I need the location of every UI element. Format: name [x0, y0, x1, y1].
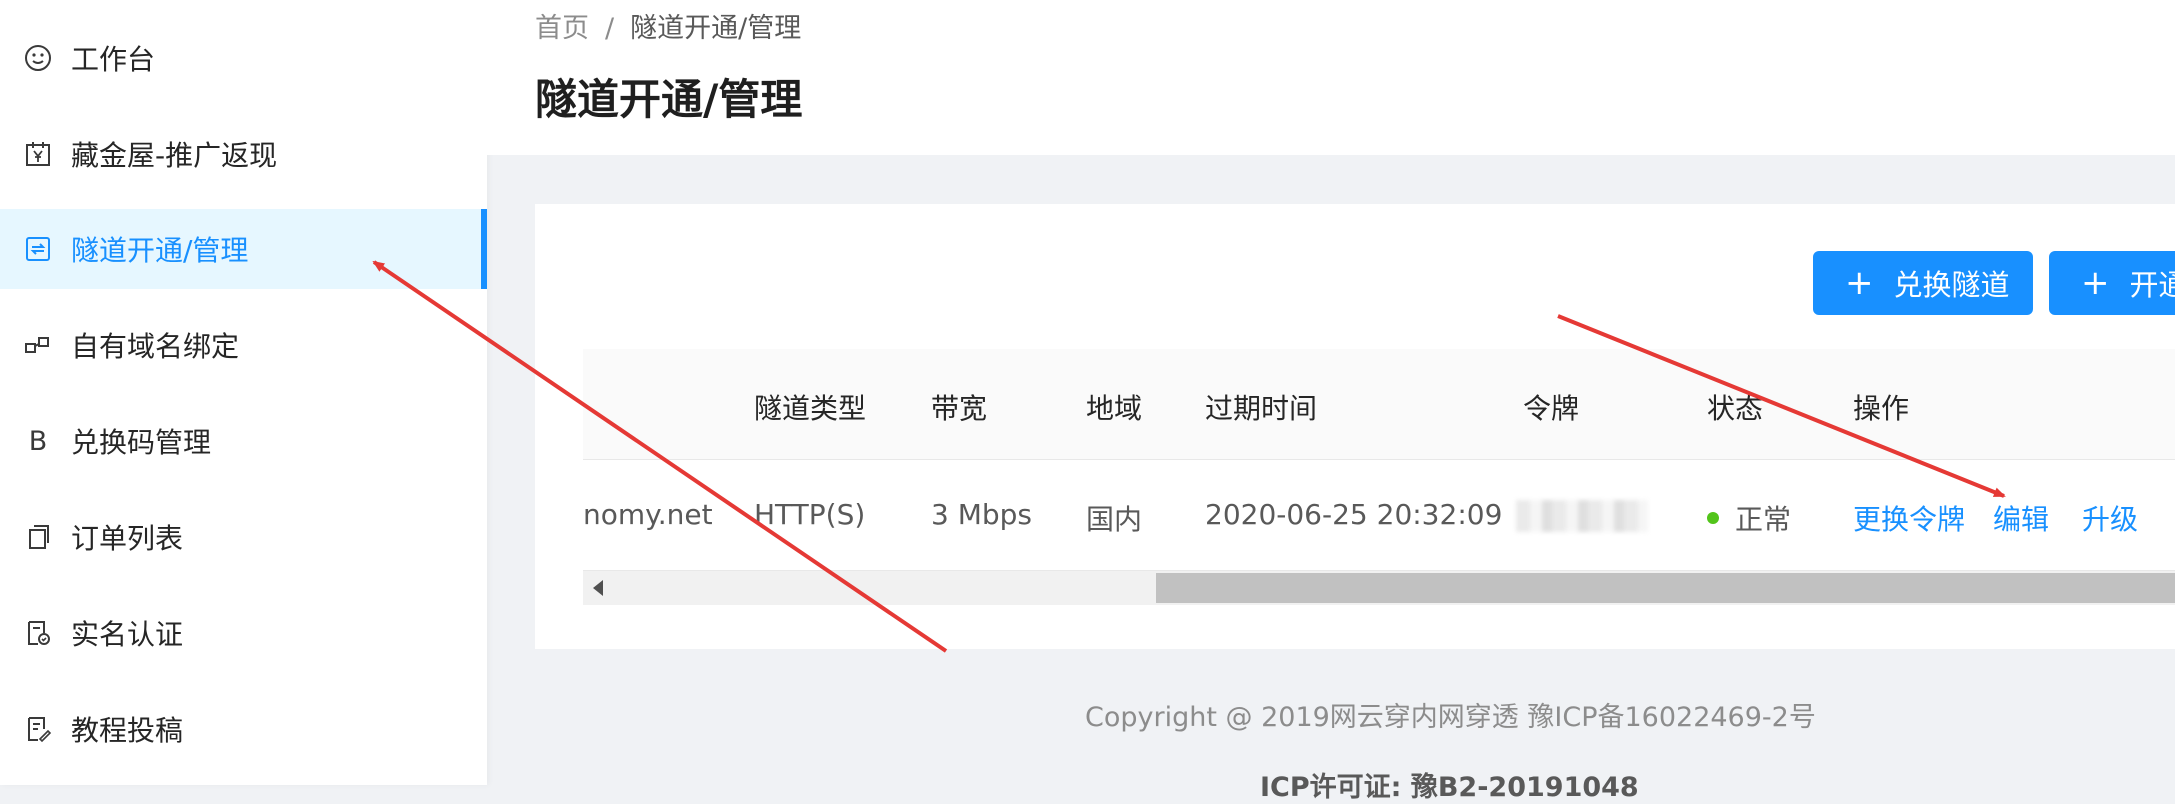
page-header: 首页 / 隧道开通/管理 隧道开通/管理: [487, 0, 2175, 155]
status-cell: 正常: [1707, 498, 1791, 538]
calendar-yen-icon: [24, 140, 52, 168]
sidebar-item-label: 工作台: [71, 38, 155, 78]
sidebar-item-label: 订单列表: [71, 517, 183, 557]
breadcrumb: 首页 / 隧道开通/管理: [535, 6, 801, 45]
sidebar-item-workbench[interactable]: 工作台: [0, 18, 487, 98]
sidebar-item-label: 隧道开通/管理: [71, 229, 248, 269]
plus-icon: +: [1845, 266, 1874, 300]
expire-cell: 2020-06-25 20:32:09: [1205, 498, 1502, 531]
smile-icon: [24, 44, 52, 72]
redeem-tunnel-label: 兑换隧道: [1894, 262, 2010, 304]
column-header: 带宽: [931, 387, 987, 427]
sidebar-item-domain[interactable]: 自有域名绑定: [0, 305, 487, 385]
sidebar-item-verification[interactable]: 实名认证: [0, 593, 487, 673]
sidebar-item-label: 兑换码管理: [71, 421, 211, 461]
table-row: nomy.net HTTP(S) 3 Mbps 国内 2020-06-25 20…: [583, 460, 2175, 571]
column-header: 过期时间: [1205, 387, 1317, 427]
open-tunnel-label: 开通: [2130, 262, 2175, 304]
column-header: 地域: [1086, 387, 1142, 427]
scrollbar-thumb[interactable]: [1156, 573, 2175, 603]
sidebar: 工作台 藏金屋-推广返现 隧道开通/管理 自有域名绑定 B 兑换码管理 订单列表…: [0, 0, 487, 785]
copy-doc-icon: [24, 523, 52, 551]
sidebar-item-label: 自有域名绑定: [71, 325, 239, 365]
status-text: 正常: [1735, 503, 1791, 536]
sidebar-item-orders[interactable]: 订单列表: [0, 497, 487, 577]
sidebar-item-label: 教程投稿: [71, 709, 183, 749]
letter-b-icon: B: [24, 427, 52, 455]
edit-link[interactable]: 编辑: [1993, 498, 2049, 538]
sidebar-item-referral[interactable]: 藏金屋-推广返现: [0, 114, 487, 194]
change-token-link[interactable]: 更换令牌: [1853, 498, 1965, 538]
horizontal-scrollbar[interactable]: [583, 571, 2175, 605]
sync-box-icon: [24, 235, 52, 263]
region-cell: 国内: [1086, 498, 1142, 538]
sidebar-item-label: 实名认证: [71, 613, 183, 653]
column-header: 操作: [1853, 387, 1909, 427]
open-tunnel-button[interactable]: + 开通: [2049, 251, 2175, 315]
doc-check-icon: [24, 619, 52, 647]
token-cell-redacted: [1516, 500, 1648, 532]
doc-edit-icon: [24, 715, 52, 743]
plus-icon: +: [2081, 266, 2110, 300]
breadcrumb-home[interactable]: 首页: [535, 13, 589, 44]
domain-link-icon: [24, 331, 52, 359]
domain-cell: nomy.net: [583, 498, 713, 531]
bandwidth-cell: 3 Mbps: [931, 498, 1032, 531]
scroll-left-icon[interactable]: [593, 580, 603, 596]
sidebar-item-tunnel[interactable]: 隧道开通/管理: [0, 209, 487, 289]
page-title: 隧道开通/管理: [535, 66, 802, 127]
sidebar-item-tutorial[interactable]: 教程投稿: [0, 689, 487, 769]
table-header: 隧道类型 带宽 地域 过期时间 令牌 状态 操作: [583, 349, 2175, 460]
sidebar-item-label: 藏金屋-推广返现: [71, 134, 277, 174]
footer-copyright: Copyright @ 2019网云穿内网穿透 豫ICP备16022469-2号: [1085, 695, 1816, 734]
sidebar-item-redeem-codes[interactable]: B 兑换码管理: [0, 401, 487, 481]
column-header: 令牌: [1523, 387, 1579, 427]
column-header: 状态: [1707, 387, 1763, 427]
upgrade-link[interactable]: 升级: [2082, 498, 2138, 538]
type-cell: HTTP(S): [754, 498, 865, 531]
breadcrumb-current: 隧道开通/管理: [630, 13, 801, 44]
column-header: 隧道类型: [754, 387, 866, 427]
breadcrumb-separator: /: [605, 13, 614, 44]
tunnel-card: + 兑换隧道 + 开通 隧道类型 带宽 地域 过期时间 令牌 状态 操作 nom…: [535, 204, 2175, 649]
redeem-tunnel-button[interactable]: + 兑换隧道: [1813, 251, 2033, 315]
status-dot-icon: [1707, 512, 1719, 524]
